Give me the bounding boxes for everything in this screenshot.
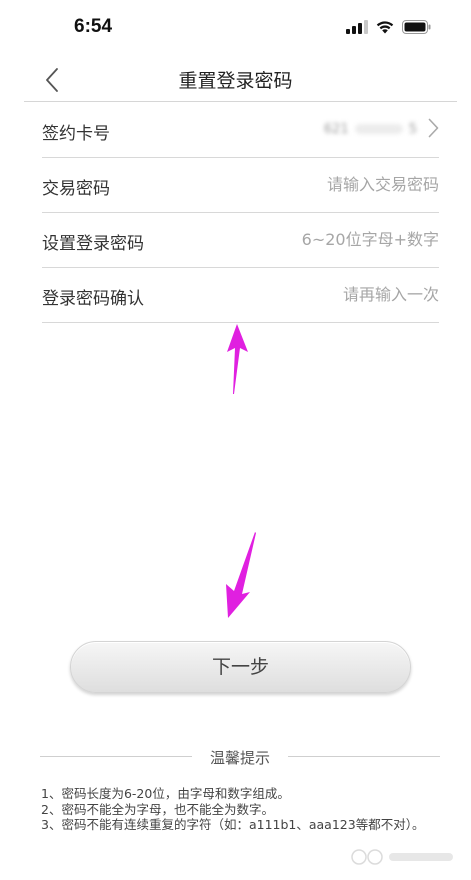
login-password-confirm-input[interactable] — [239, 279, 439, 309]
nav-bar: 重置登录密码 — [0, 58, 471, 102]
card-number-suffix: 5 — [408, 121, 417, 137]
tips-title: 温馨提示 — [209, 749, 270, 767]
annotation-arrow-down-icon — [226, 532, 256, 618]
login-password-input[interactable] — [239, 224, 439, 254]
tips-list: 1、密码长度为6-20位，由字母和数字组成。 2、密码不能全为字母，也不能全为数… — [41, 786, 436, 833]
trade-password-row: 交易密码 — [42, 157, 439, 213]
login-password-row: 设置登录密码 — [42, 212, 439, 268]
status-bar: 6:54 — [0, 0, 471, 58]
login-password-confirm-label: 登录密码确认 — [42, 289, 144, 309]
card-number-value: 621 5 — [287, 116, 417, 142]
login-password-confirm-row: 登录密码确认 — [42, 267, 439, 323]
wifi-icon — [376, 21, 394, 34]
trade-password-input[interactable] — [239, 169, 439, 199]
watermark-logo — [351, 849, 453, 865]
trade-password-label: 交易密码 — [42, 179, 110, 199]
next-button[interactable]: 下一步 — [70, 641, 411, 693]
battery-icon — [402, 20, 431, 34]
card-number-mask — [354, 124, 403, 134]
status-icons — [346, 20, 431, 34]
card-number-row[interactable]: 签约卡号 621 5 — [42, 102, 439, 158]
tip-item: 1、密码长度为6-20位，由字母和数字组成。 — [41, 786, 290, 801]
card-number-prefix: 621 — [323, 121, 349, 137]
signal-icon — [346, 20, 368, 34]
card-number-label: 签约卡号 — [42, 124, 110, 144]
annotation-arrow-up-icon — [227, 324, 248, 394]
page-title: 重置登录密码 — [178, 70, 293, 92]
chevron-right-icon[interactable] — [428, 118, 439, 138]
login-password-label: 设置登录密码 — [42, 234, 144, 254]
tips-divider-right — [288, 756, 440, 757]
status-time: 6:54 — [74, 16, 113, 37]
tip-item: 2、密码不能全为字母，也不能全为数字。 — [41, 801, 274, 817]
tip-item: 3、密码不能有连续重复的字符（如：a111b1、aaa123等都不对）。 — [41, 817, 425, 832]
tips-header: 温馨提示 — [40, 745, 440, 769]
